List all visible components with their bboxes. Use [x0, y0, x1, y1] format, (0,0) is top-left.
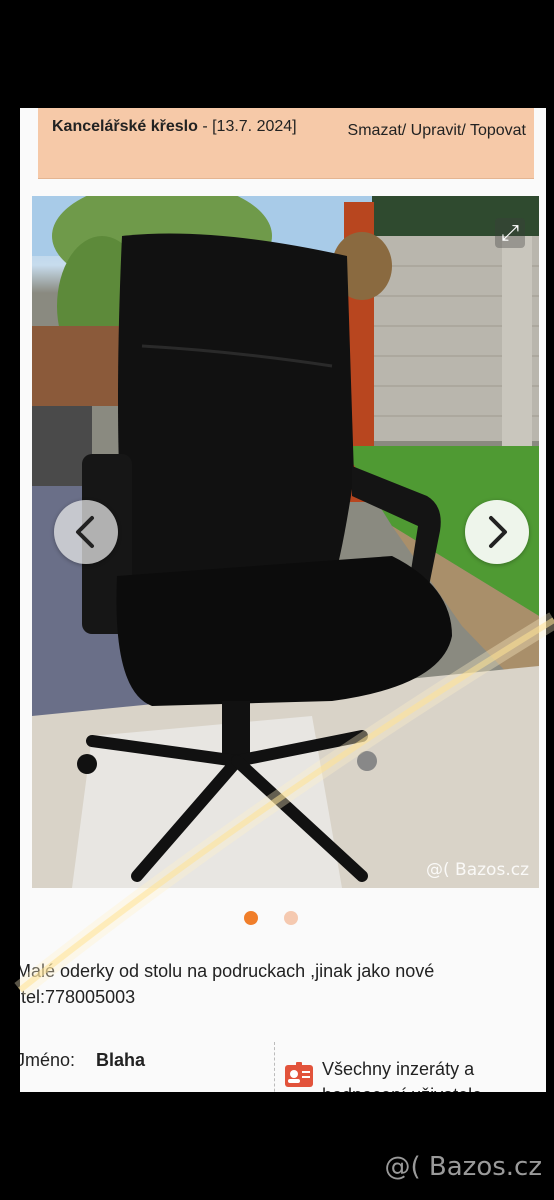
ad-date: - [13.7. 2024] — [197, 118, 297, 135]
gallery-dot-active[interactable] — [244, 911, 258, 925]
photo-watermark: @( Bazos.cz — [426, 860, 529, 880]
previous-photo-button[interactable] — [54, 500, 118, 564]
next-photo-button[interactable] — [465, 500, 529, 564]
ad-description: Malé oderky od stolu na podruckach ,jina… — [20, 961, 435, 1007]
ad-title: Kancelářské křeslo — [52, 118, 198, 135]
seller-info: Jméno: Blaha Všechny inzeráty a hodnocen… — [20, 1042, 546, 1092]
all-ads-link[interactable]: Všechny inzeráty a hodnocení uživatele — [322, 1056, 532, 1092]
ad-title-block: Kancelářské křeslo - [13.7. 2024] — [52, 114, 342, 139]
ad-header: Kancelářské křeslo - [13.7. 2024] Smazat… — [38, 108, 534, 179]
user-card-icon — [285, 1062, 313, 1087]
seller-name-label: Jméno: — [20, 1050, 76, 1070]
chevron-right-icon — [489, 516, 507, 548]
ad-actions-link[interactable]: Smazat/ Upravit/ Topovat — [346, 118, 526, 144]
seller-name: Blaha — [96, 1050, 146, 1070]
footer-watermark: @( Bazos.cz — [384, 1152, 543, 1182]
gallery-pagination — [20, 908, 546, 928]
divider — [274, 1042, 276, 1092]
expand-icon[interactable]: ⤢ — [495, 218, 525, 248]
phone-screen: Kancelářské křeslo - [13.7. 2024] Smazat… — [20, 108, 546, 1092]
chevron-left-icon — [76, 516, 94, 548]
gallery-dot[interactable] — [284, 911, 298, 925]
listing-photo[interactable]: ⤢ @( Bazos.cz — [32, 196, 539, 888]
